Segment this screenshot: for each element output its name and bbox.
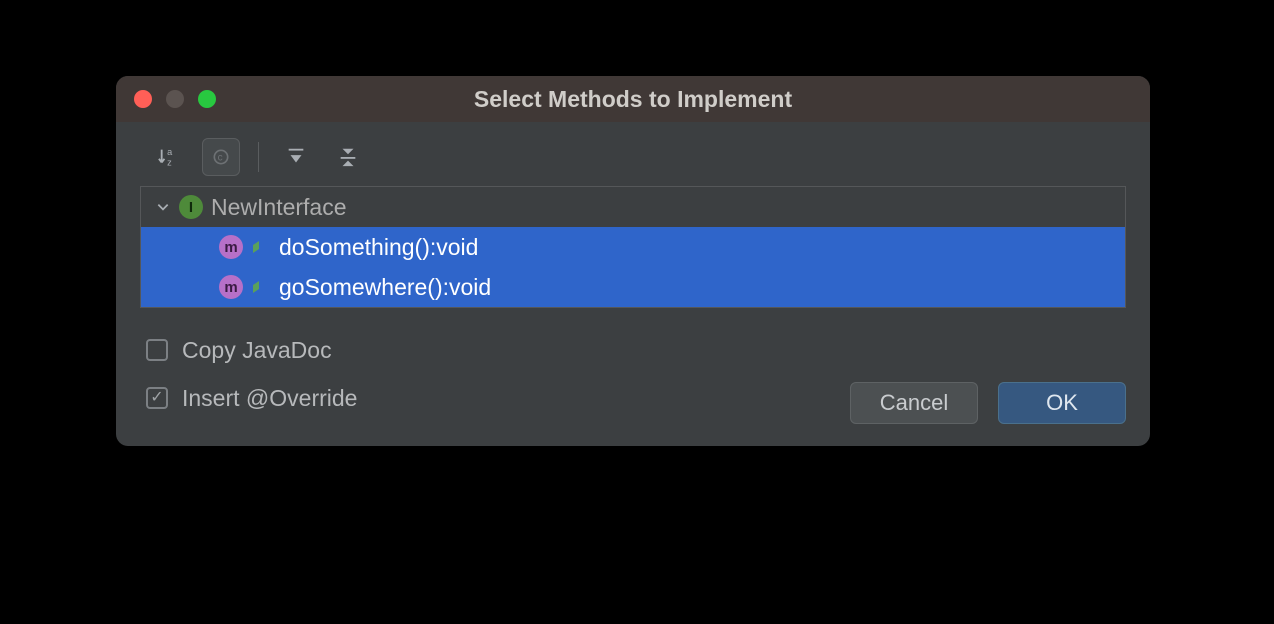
select-methods-dialog: Select Methods to Implement a z c [116, 76, 1150, 446]
toolbar-divider [258, 142, 259, 172]
method-icon: m [219, 275, 243, 299]
insert-override-checkbox[interactable] [146, 387, 168, 409]
implement-icon [251, 239, 267, 255]
dialog-title: Select Methods to Implement [116, 86, 1150, 113]
tree-method-row[interactable]: m goSomewhere():void [141, 267, 1125, 307]
sort-alpha-button[interactable]: a z [150, 138, 188, 176]
interface-icon: I [179, 195, 203, 219]
copy-javadoc-checkbox[interactable] [146, 339, 168, 361]
expand-all-button[interactable] [277, 138, 315, 176]
method-tree[interactable]: I NewInterface m doSomething():void m go… [140, 186, 1126, 308]
chevron-down-icon[interactable] [153, 200, 173, 214]
copy-button[interactable]: c [202, 138, 240, 176]
implement-icon [251, 279, 267, 295]
ok-button[interactable]: OK [998, 382, 1126, 424]
minimize-window-button[interactable] [166, 90, 184, 108]
tree-method-row[interactable]: m doSomething():void [141, 227, 1125, 267]
copy-icon: c [211, 147, 231, 167]
toolbar: a z c [116, 122, 1150, 186]
insert-override-label: Insert @Override [182, 385, 357, 412]
svg-text:a: a [167, 147, 173, 157]
collapse-all-icon [337, 146, 359, 168]
interface-label: NewInterface [211, 194, 347, 221]
svg-text:c: c [218, 152, 223, 163]
sort-alpha-icon: a z [158, 146, 180, 168]
zoom-window-button[interactable] [198, 90, 216, 108]
cancel-button[interactable]: Cancel [850, 382, 978, 424]
method-label: goSomewhere():void [279, 274, 491, 301]
tree-interface-row[interactable]: I NewInterface [141, 187, 1125, 227]
method-icon: m [219, 235, 243, 259]
copy-javadoc-option[interactable]: Copy JavaDoc [146, 326, 1120, 374]
copy-javadoc-label: Copy JavaDoc [182, 337, 332, 364]
method-label: doSomething():void [279, 234, 478, 261]
titlebar: Select Methods to Implement [116, 76, 1150, 122]
collapse-all-button[interactable] [329, 138, 367, 176]
svg-text:z: z [167, 157, 172, 167]
window-controls [134, 90, 216, 108]
expand-all-icon [285, 146, 307, 168]
close-window-button[interactable] [134, 90, 152, 108]
